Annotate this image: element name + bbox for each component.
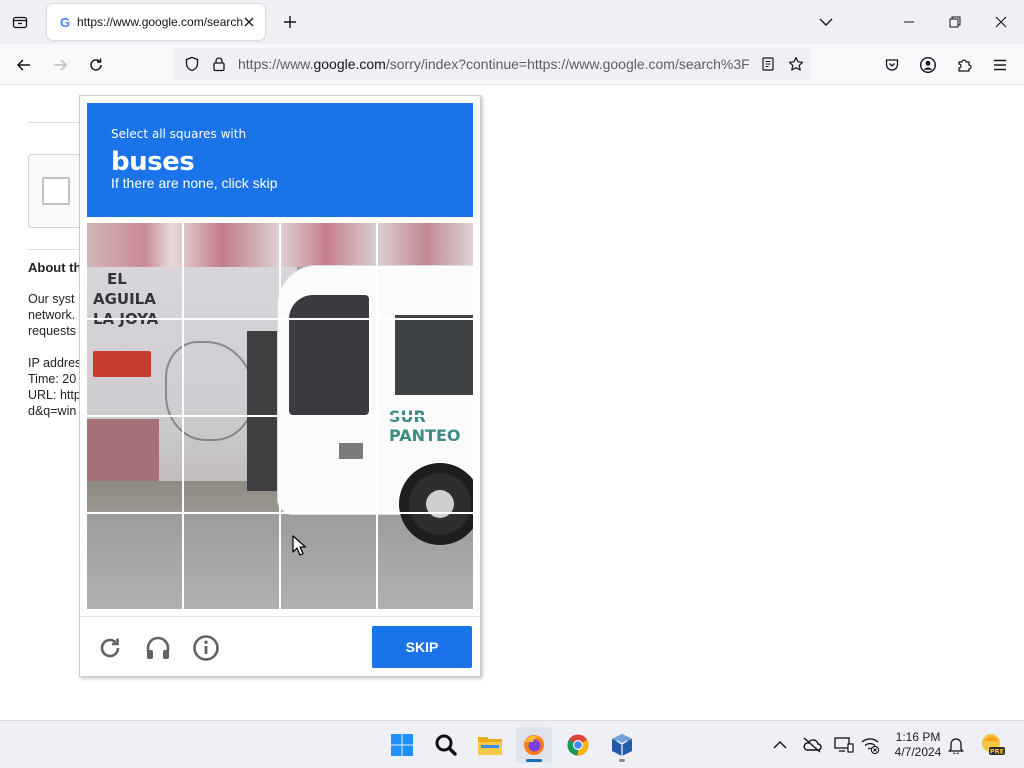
tab-list-icon[interactable] bbox=[6, 8, 34, 36]
clock-time: 1:16 PM bbox=[895, 730, 941, 744]
url-text[interactable]: https://www.google.com/sorry/index?conti… bbox=[238, 56, 750, 72]
challenge-header: Select all squares with buses If there a… bbox=[87, 103, 473, 217]
reader-view-icon[interactable] bbox=[759, 55, 777, 73]
browser-nav-bar: https://www.google.com/sorry/index?conti… bbox=[0, 44, 1024, 85]
page-text-line: d&q=win bbox=[28, 404, 77, 418]
challenge-footer-divider bbox=[80, 616, 480, 617]
network-offline-icon[interactable] bbox=[858, 733, 882, 757]
captcha-tile[interactable] bbox=[281, 514, 377, 609]
page-text-line: URL: http bbox=[28, 388, 81, 402]
preview-badge-text: PRE bbox=[990, 748, 1004, 756]
page-text-line: requests bbox=[28, 324, 76, 338]
page-text-line: Time: 20 bbox=[28, 372, 77, 386]
bell-icon[interactable] bbox=[944, 733, 968, 757]
shield-icon[interactable] bbox=[183, 55, 201, 73]
captcha-tile[interactable] bbox=[378, 223, 473, 319]
tab-close-icon[interactable] bbox=[239, 12, 259, 32]
challenge-hint: If there are none, click skip bbox=[111, 175, 278, 191]
reload-icon[interactable] bbox=[94, 632, 126, 664]
account-icon[interactable] bbox=[913, 50, 943, 80]
windows-taskbar: 1:16 PM 4/7/2024 PRE bbox=[0, 720, 1024, 768]
tab-title: https://www.google.com/search bbox=[77, 15, 244, 29]
restore-icon[interactable] bbox=[932, 0, 978, 44]
captcha-tile[interactable] bbox=[184, 417, 280, 513]
page-text-line: IP addres bbox=[28, 356, 82, 370]
file-explorer-icon[interactable] bbox=[472, 727, 508, 763]
captcha-tile[interactable] bbox=[87, 223, 183, 319]
captcha-tile[interactable] bbox=[378, 320, 473, 416]
display-icon[interactable] bbox=[832, 733, 856, 757]
browser-tab[interactable]: G https://www.google.com/search bbox=[47, 4, 265, 40]
star-icon[interactable] bbox=[787, 55, 805, 73]
captcha-tile[interactable] bbox=[281, 320, 377, 416]
chevron-down-icon[interactable] bbox=[812, 8, 840, 36]
clock-date: 4/7/2024 bbox=[894, 745, 942, 759]
captcha-tile[interactable] bbox=[378, 417, 473, 513]
running-app-indicator bbox=[619, 759, 625, 762]
preview-badge-icon[interactable]: PRE bbox=[978, 733, 1008, 757]
close-icon[interactable] bbox=[978, 0, 1024, 44]
url-domain: google.com bbox=[313, 56, 386, 72]
challenge-target: buses bbox=[111, 147, 195, 177]
url-bar[interactable]: https://www.google.com/sorry/index?conti… bbox=[173, 48, 811, 80]
page-text-line: Our syst bbox=[28, 292, 75, 306]
headphones-icon[interactable] bbox=[142, 632, 174, 664]
onedrive-offline-icon[interactable] bbox=[800, 733, 824, 757]
search-icon[interactable] bbox=[428, 727, 464, 763]
challenge-prompt: Select all squares with bbox=[111, 127, 247, 141]
firefox-icon[interactable] bbox=[516, 727, 552, 763]
challenge-image-grid: EL AGUILA LA JOYA SUR PANTEO bbox=[87, 223, 473, 609]
back-arrow-icon[interactable] bbox=[9, 50, 39, 80]
captcha-tile[interactable] bbox=[87, 514, 183, 609]
captcha-tile[interactable] bbox=[184, 223, 280, 319]
captcha-tile[interactable] bbox=[281, 417, 377, 513]
google-g-icon: G bbox=[59, 14, 71, 30]
page-text-line: network. bbox=[28, 308, 76, 322]
url-prefix: https://www. bbox=[238, 56, 314, 72]
active-app-indicator bbox=[526, 759, 542, 762]
hamburger-menu-icon[interactable] bbox=[985, 50, 1015, 80]
skip-button[interactable]: SKIP bbox=[372, 626, 472, 668]
captcha-tile[interactable] bbox=[378, 514, 473, 609]
chevron-up-icon[interactable] bbox=[768, 733, 792, 757]
captcha-tile[interactable] bbox=[87, 417, 183, 513]
forward-arrow-icon[interactable] bbox=[45, 50, 75, 80]
puzzle-icon[interactable] bbox=[949, 50, 979, 80]
lock-icon[interactable] bbox=[210, 55, 228, 73]
captcha-tile[interactable] bbox=[281, 223, 377, 319]
browser-tab-strip: G https://www.google.com/search bbox=[0, 0, 1024, 44]
windows-start-icon[interactable] bbox=[384, 727, 420, 763]
captcha-tile[interactable] bbox=[87, 320, 183, 416]
captcha-tile[interactable] bbox=[184, 514, 280, 609]
recaptcha-checkbox[interactable] bbox=[42, 177, 70, 205]
url-path: /sorry/index?continue=https://www.google… bbox=[385, 56, 750, 72]
captcha-tile[interactable] bbox=[184, 320, 280, 416]
info-icon[interactable] bbox=[190, 632, 222, 664]
about-heading: About th bbox=[28, 260, 82, 275]
chrome-icon[interactable] bbox=[560, 727, 596, 763]
pocket-icon[interactable] bbox=[877, 50, 907, 80]
plus-icon[interactable] bbox=[276, 8, 304, 36]
reload-icon[interactable] bbox=[81, 50, 111, 80]
recaptcha-challenge: Select all squares with buses If there a… bbox=[79, 95, 481, 677]
virtualbox-icon[interactable] bbox=[604, 727, 640, 763]
minimize-icon[interactable] bbox=[886, 0, 932, 44]
mouse-cursor-icon bbox=[292, 535, 306, 556]
system-clock[interactable]: 1:16 PM 4/7/2024 bbox=[886, 730, 950, 760]
